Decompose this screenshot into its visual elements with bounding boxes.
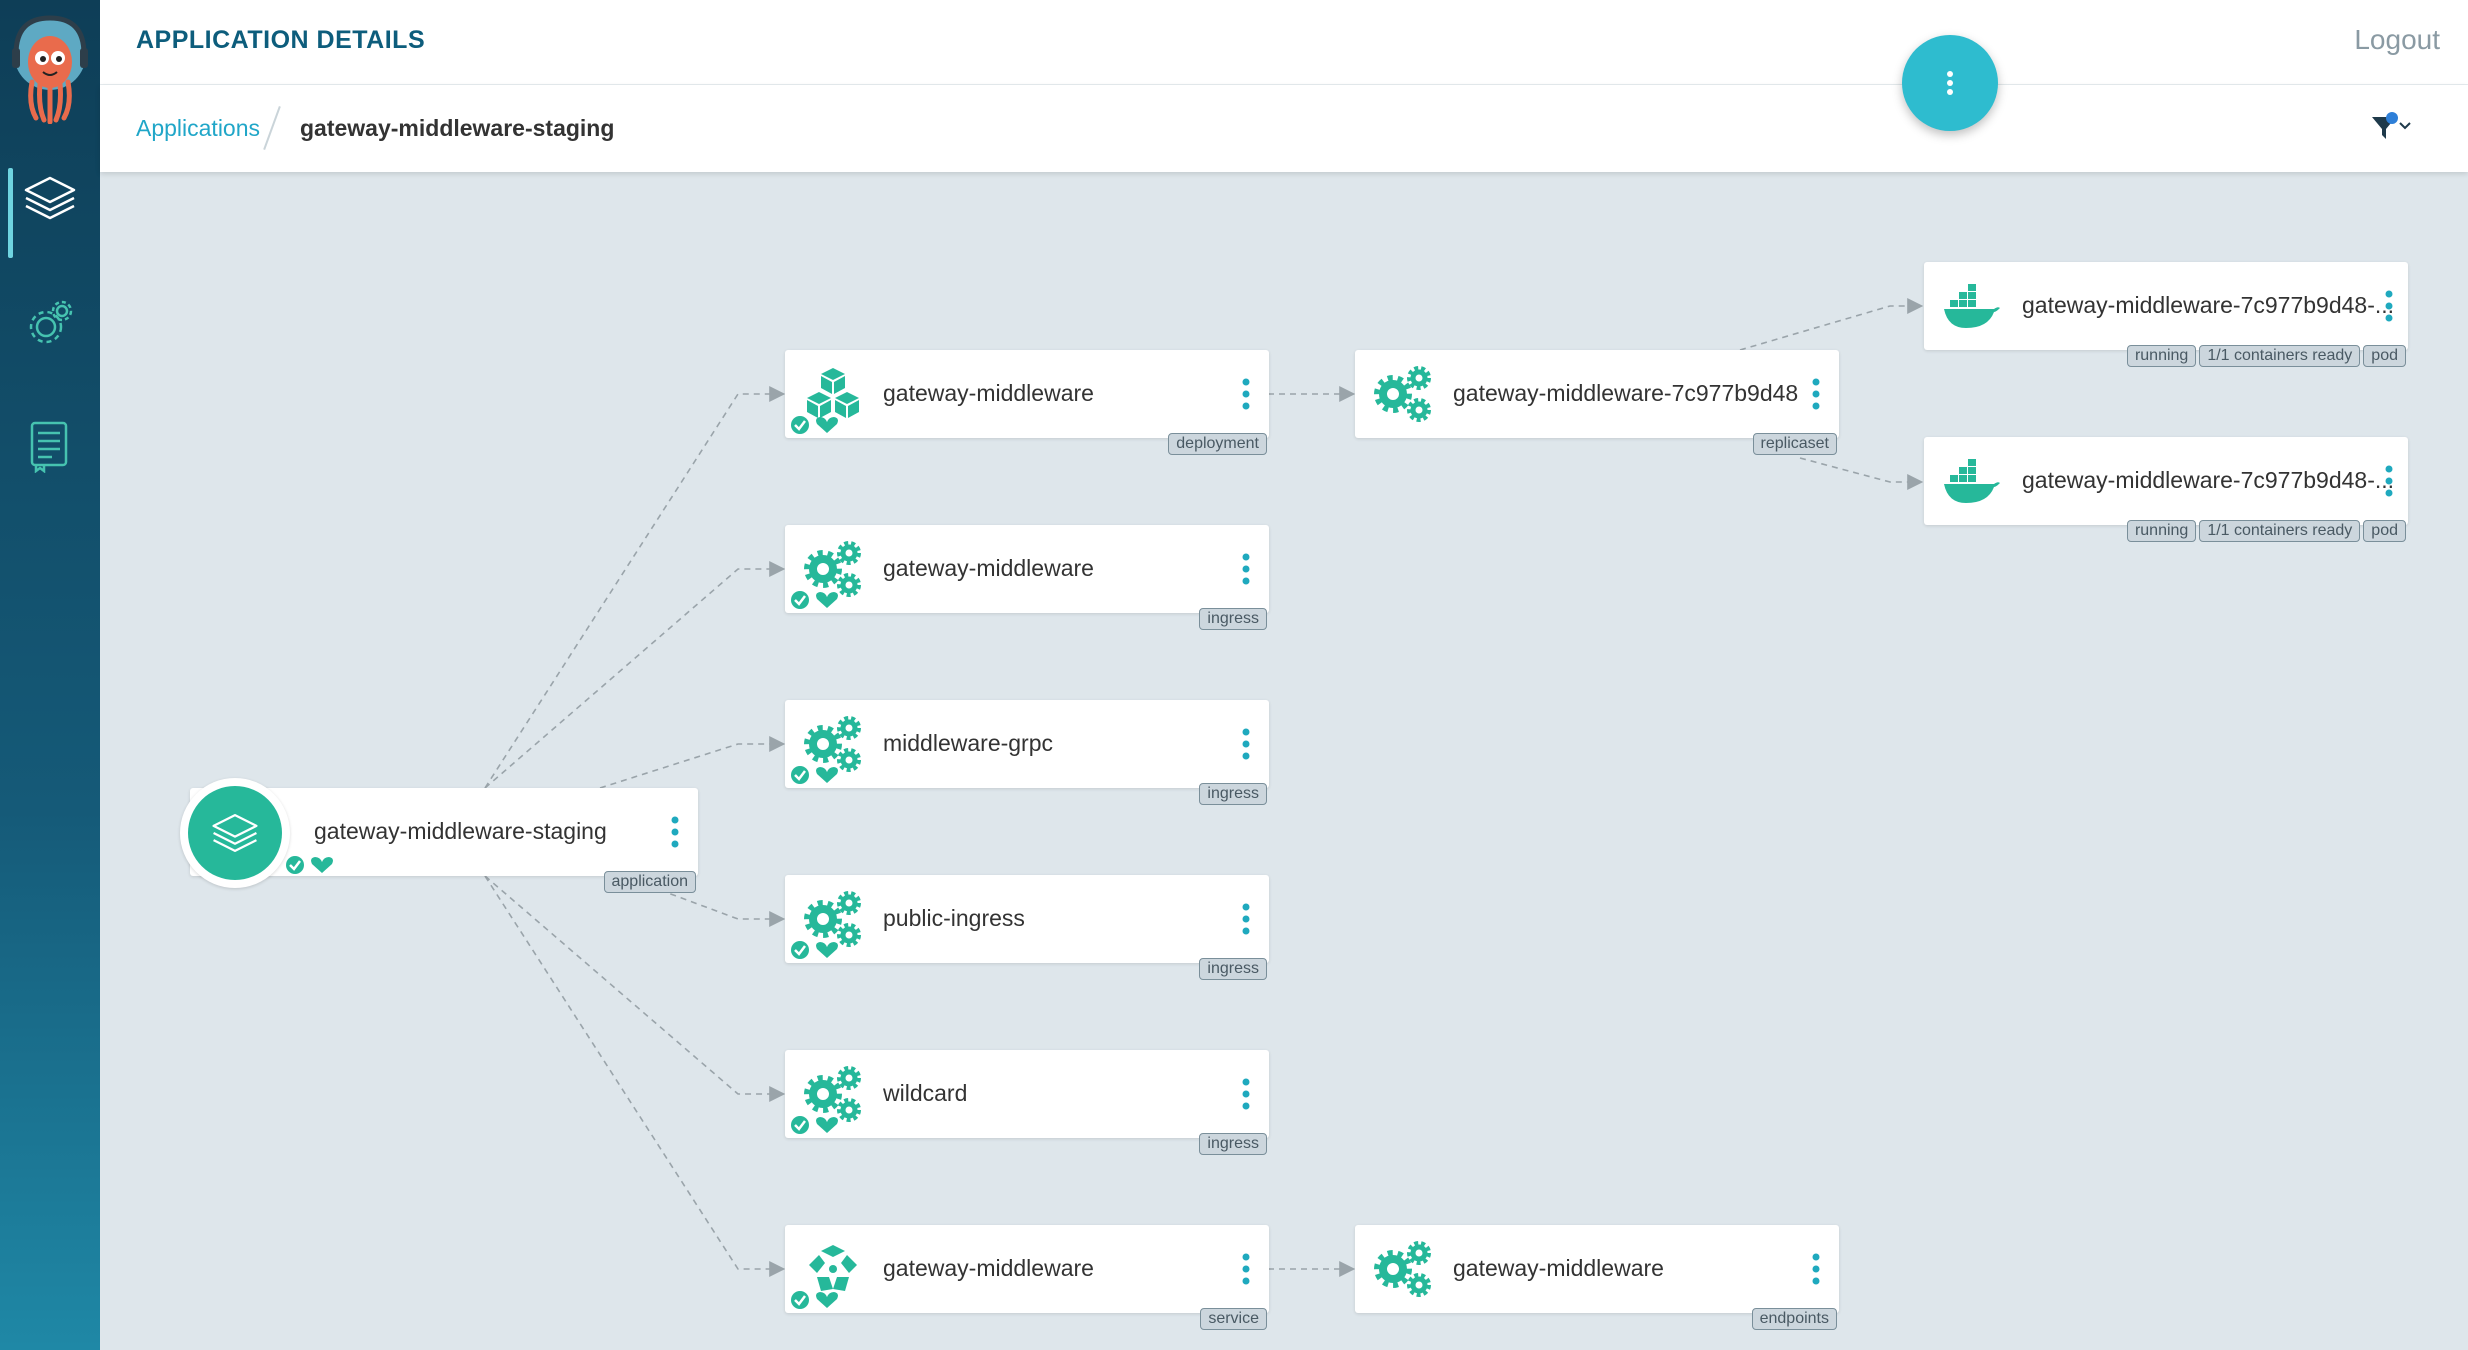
resource-menu[interactable]	[1809, 376, 1823, 412]
kind-tag: application	[603, 871, 696, 893]
pod-node[interactable]: gateway-middleware-7c977b9d48-... runnin…	[1924, 262, 2408, 367]
status-icons	[791, 1116, 838, 1134]
kind-tag: deployment	[1168, 433, 1267, 455]
health-heart-icon	[816, 592, 838, 608]
app-node-name: gateway-middleware-staging	[314, 818, 607, 844]
kind-tag: ingress	[1199, 608, 1267, 630]
kebab-icon	[1242, 553, 1250, 585]
resource-node-deployment[interactable]: gateway-middleware deployment	[785, 350, 1269, 455]
pod-status-tag: running	[2126, 345, 2197, 367]
pod-menu[interactable]	[2382, 463, 2396, 499]
resource-node-ingress[interactable]: wildcard ingress	[785, 1050, 1269, 1155]
kind-tag: ingress	[1199, 1133, 1267, 1155]
resource-menu[interactable]	[1239, 726, 1253, 762]
resource-node-endpoints[interactable]: gateway-middleware endpoints	[1355, 1225, 1839, 1330]
status-icons	[791, 941, 838, 959]
sync-check-icon	[791, 766, 809, 784]
resource-menu[interactable]	[1239, 1076, 1253, 1112]
kind-tag: service	[1200, 1308, 1267, 1330]
actions-menu-fab[interactable]	[1902, 35, 1998, 131]
resource-node-replicaset[interactable]: gateway-middleware-7c977b9d48 replicaset	[1355, 350, 1839, 455]
resource-name: gateway-middleware	[883, 555, 1094, 581]
kind-tag: replicaset	[1752, 433, 1837, 455]
pod-menu[interactable]	[2382, 288, 2396, 324]
resource-name: wildcard	[883, 1080, 968, 1106]
resource-menu[interactable]	[1809, 1251, 1823, 1287]
sync-check-icon	[791, 591, 809, 609]
pod-name: gateway-middleware-7c977b9d48-...	[2022, 292, 2395, 318]
resource-node-service[interactable]: gateway-middleware service	[785, 1225, 1269, 1330]
resource-name: middleware-grpc	[883, 730, 1054, 756]
status-icons	[791, 766, 838, 784]
sync-check-icon	[791, 1291, 809, 1309]
resource-node-ingress[interactable]: public-ingress ingress	[785, 875, 1269, 980]
gears-icon	[1371, 364, 1435, 424]
resource-menu[interactable]	[1239, 901, 1253, 937]
resource-menu[interactable]	[1239, 551, 1253, 587]
kebab-icon	[1947, 71, 1953, 95]
kebab-icon	[1812, 1253, 1820, 1285]
sync-check-icon	[791, 1116, 809, 1134]
health-heart-icon	[311, 857, 333, 873]
sync-check-icon	[791, 416, 809, 434]
containers-ready-tag: 1/1 containers ready	[2199, 345, 2361, 367]
status-icons	[791, 1291, 838, 1309]
layers-icon	[212, 814, 258, 852]
sync-check-icon	[286, 856, 304, 874]
resource-tree: gateway-middleware-staging application g…	[0, 0, 2468, 1350]
health-heart-icon	[816, 767, 838, 783]
resource-name: gateway-middleware	[1453, 1255, 1664, 1281]
status-icons	[791, 416, 838, 434]
containers-ready-tag: 1/1 containers ready	[2199, 520, 2361, 542]
pod-status-tag: running	[2126, 520, 2197, 542]
kind-tag: pod	[2363, 520, 2406, 542]
resource-name: public-ingress	[883, 905, 1025, 931]
pod-name: gateway-middleware-7c977b9d48-...	[2022, 467, 2395, 493]
kind-tag: pod	[2363, 345, 2406, 367]
kebab-icon	[1242, 1253, 1250, 1285]
resource-node-ingress[interactable]: gateway-middleware ingress	[785, 525, 1269, 630]
resource-name: gateway-middleware	[883, 1255, 1094, 1281]
health-heart-icon	[816, 1117, 838, 1133]
kebab-icon	[1242, 728, 1250, 760]
kebab-icon	[1242, 1078, 1250, 1110]
app-node-menu[interactable]	[668, 814, 682, 855]
kind-tag: endpoints	[1751, 1308, 1837, 1330]
health-heart-icon	[816, 942, 838, 958]
app-node-icon-circle	[180, 778, 290, 888]
gears-icon	[1371, 1239, 1435, 1299]
health-heart-icon	[816, 1292, 838, 1308]
docker-icon	[1940, 451, 2004, 511]
resource-menu[interactable]	[1239, 376, 1253, 412]
resource-menu[interactable]	[1239, 1251, 1253, 1287]
resource-node-ingress[interactable]: middleware-grpc ingress	[785, 700, 1269, 805]
kebab-icon	[2385, 465, 2393, 497]
pod-node[interactable]: gateway-middleware-7c977b9d48-... runnin…	[1924, 437, 2408, 542]
kebab-icon	[1242, 903, 1250, 935]
sync-check-icon	[791, 941, 809, 959]
kebab-icon	[2385, 290, 2393, 322]
docker-icon	[1940, 276, 2004, 336]
kebab-icon	[1242, 378, 1250, 410]
kind-tag: ingress	[1199, 958, 1267, 980]
kebab-icon	[1812, 378, 1820, 410]
health-heart-icon	[816, 417, 838, 433]
resource-name: gateway-middleware-7c977b9d48	[1453, 380, 1799, 406]
kebab-icon	[671, 816, 679, 848]
resource-name: gateway-middleware	[883, 380, 1094, 406]
app-status-icons	[286, 856, 333, 874]
kind-tag: ingress	[1199, 783, 1267, 805]
status-icons	[791, 591, 838, 609]
